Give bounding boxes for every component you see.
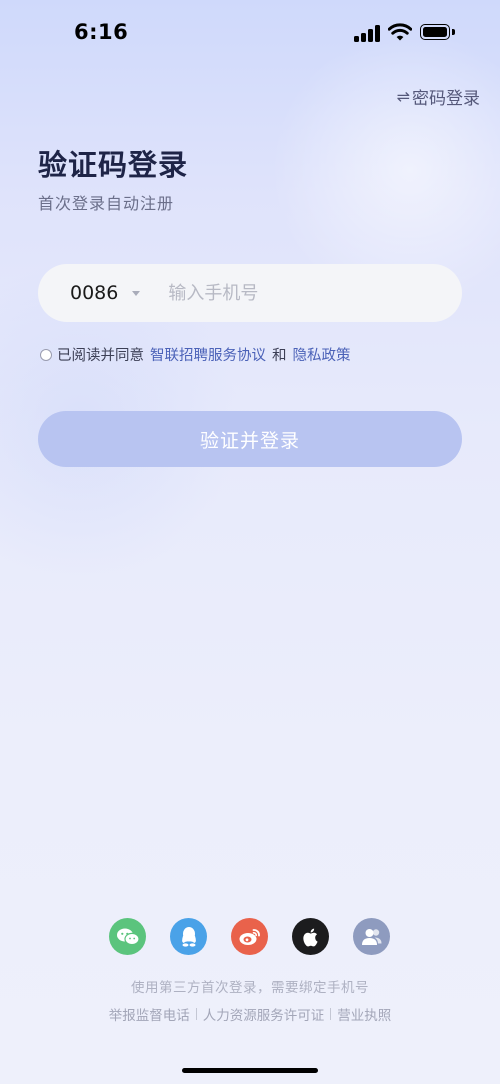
third-party-login-row	[109, 918, 390, 955]
agreement-row: 已阅读并同意 智联招聘服务协议 和 隐私政策	[40, 344, 357, 365]
footer-link-hr-license[interactable]: 人力资源服务许可证	[203, 1004, 325, 1024]
phone-number-input[interactable]	[166, 281, 421, 305]
privacy-link[interactable]: 隐私政策	[293, 344, 351, 365]
third-party-note: 使用第三方首次登录，需要绑定手机号	[131, 980, 369, 996]
footer-link-business-license[interactable]: 营业执照	[337, 1004, 391, 1024]
footer-link-report-phone[interactable]: 举报监督电话	[109, 1004, 190, 1024]
agreement-and: 和	[272, 348, 287, 364]
phone-input-box: 0086	[38, 264, 462, 322]
footer-separator	[195, 1008, 197, 1020]
home-indicator[interactable]	[182, 1068, 318, 1073]
footer-separator	[330, 1008, 332, 1020]
switch-label: 密码登录	[412, 89, 480, 109]
weibo-icon[interactable]	[231, 918, 268, 955]
wifi-icon	[388, 23, 412, 41]
agreement-prefix: 已阅读并同意	[57, 348, 144, 364]
country-code-selector[interactable]: 0086	[70, 282, 118, 304]
qq-icon[interactable]	[170, 918, 207, 955]
terms-link[interactable]: 智联招聘服务协议	[150, 344, 266, 365]
background-glow	[260, 40, 500, 300]
contacts-icon[interactable]	[353, 918, 390, 955]
footer-links: 举报监督电话 人力资源服务许可证 营业执照	[0, 1004, 500, 1024]
agreement-checkbox[interactable]	[40, 348, 52, 361]
page-title: 验证码登录	[38, 148, 189, 182]
switch-password-login-link[interactable]: ⇌ 密码登录	[397, 84, 480, 109]
cellular-signal-icon	[354, 25, 382, 42]
switch-arrows-icon: ⇌	[396, 87, 410, 106]
chevron-down-icon[interactable]	[132, 290, 141, 296]
login-screen: 6:16 ⇌ 密码登录 验证码登录 首次登录自动注册 0086 已阅读并同意 智…	[0, 0, 500, 1084]
page-subtitle: 首次登录自动注册	[38, 194, 175, 213]
wechat-icon[interactable]	[109, 918, 146, 955]
status-time: 6:16	[74, 20, 129, 44]
battery-icon	[420, 24, 456, 42]
apple-icon[interactable]	[292, 918, 329, 955]
verify-login-button[interactable]: 验证并登录	[38, 411, 462, 467]
